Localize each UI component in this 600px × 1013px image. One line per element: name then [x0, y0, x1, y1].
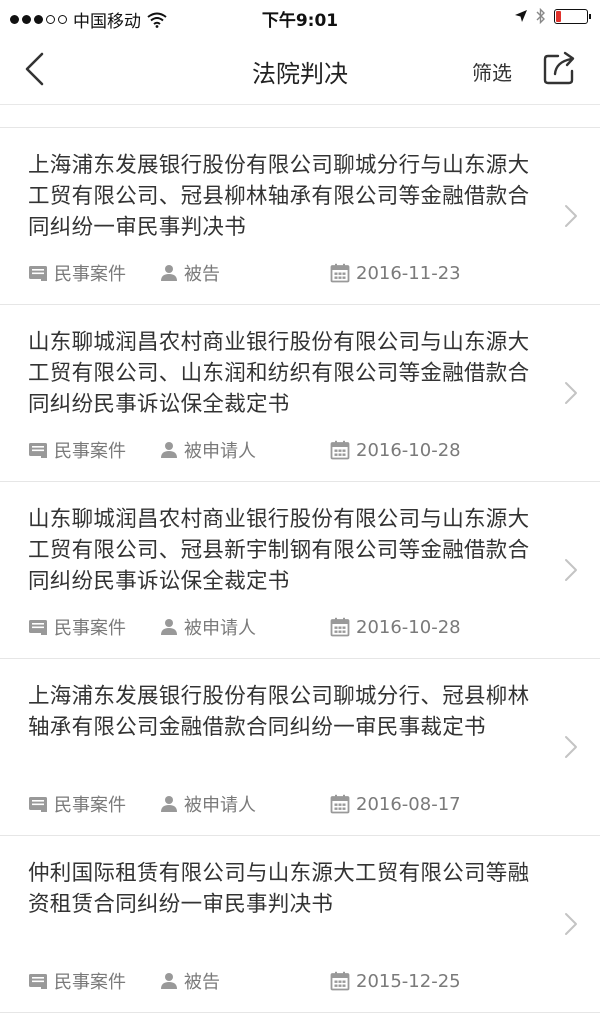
party-role: 被告 [160, 968, 330, 994]
judgment-date-label: 2016-10-28 [356, 616, 461, 638]
calendar-icon [330, 794, 350, 814]
judgment-date-label: 2016-10-28 [356, 439, 461, 461]
person-icon [161, 619, 177, 635]
case-folder-icon [29, 797, 47, 812]
battery-icon [554, 8, 591, 24]
judgment-list-item[interactable]: 山东聊城润昌农村商业银行股份有限公司与山东源大工贸有限公司、山东润和纺织有限公司… [0, 305, 600, 482]
judgment-title: 山东聊城润昌农村商业银行股份有限公司与山东源大工贸有限公司、山东润和纺织有限公司… [28, 330, 530, 417]
judgment-title: 山东聊城润昌农村商业银行股份有限公司与山东源大工贸有限公司、冠县新宇制钢有限公司… [28, 507, 530, 594]
case-type-label: 民事案件 [54, 795, 126, 816]
location-arrow-icon [515, 10, 527, 22]
case-type: 民事案件 [28, 791, 160, 817]
judgment-date-label: 2016-11-23 [356, 262, 461, 284]
person-icon [161, 796, 177, 812]
case-folder-icon [29, 266, 47, 281]
person-icon [161, 973, 177, 989]
judgment-meta: 民事案件 被申请人 [28, 791, 461, 817]
status-time: 下午9:01 [261, 11, 339, 31]
judgment-meta: 民事案件 被告 [28, 968, 461, 994]
calendar-icon [330, 617, 350, 637]
judgment-list-item[interactable]: 上海浦东发展银行股份有限公司聊城分行与山东源大工贸有限公司、冠县柳林轴承有限公司… [0, 128, 600, 305]
case-type-label: 民事案件 [54, 441, 126, 462]
case-type: 民事案件 [28, 260, 160, 286]
judgment-date: 2016-10-28 [330, 440, 461, 461]
case-folder-icon [29, 443, 47, 458]
party-role-label: 被告 [184, 972, 220, 993]
status-bar: 中国移动 下午9:01 [0, 0, 600, 34]
case-type: 民事案件 [28, 614, 160, 640]
judgment-title: 上海浦东发展银行股份有限公司聊城分行、冠县柳林轴承有限公司金融借款合同纠纷一审民… [28, 684, 530, 740]
case-type-label: 民事案件 [54, 618, 126, 639]
party-role-label: 被申请人 [184, 795, 256, 816]
battery-level [556, 10, 561, 22]
status-right [514, 8, 591, 24]
case-type: 民事案件 [28, 437, 160, 463]
chevron-right-icon [565, 736, 577, 758]
bluetooth-icon [536, 8, 545, 24]
judgment-date: 2015-12-25 [330, 971, 461, 992]
party-role-label: 被申请人 [184, 618, 256, 639]
party-role-label: 被申请人 [184, 441, 256, 462]
calendar-icon [330, 440, 350, 460]
case-type-label: 民事案件 [54, 972, 126, 993]
judgment-date: 2016-11-23 [330, 263, 461, 284]
case-folder-icon [29, 620, 47, 635]
calendar-icon [330, 971, 350, 991]
party-role: 被申请人 [160, 437, 330, 463]
navigation-bar: 法院判决 筛选 [0, 34, 600, 105]
judgment-date-label: 2015-12-25 [356, 970, 461, 992]
judgment-date-label: 2016-08-17 [356, 793, 461, 815]
judgment-meta: 民事案件 被告 [28, 260, 461, 286]
chevron-right-icon [565, 382, 577, 404]
party-role-label: 被告 [184, 264, 220, 285]
filter-button[interactable]: 筛选 [472, 57, 512, 86]
share-icon[interactable] [542, 50, 578, 86]
judgment-title: 仲利国际租赁有限公司与山东源大工贸有限公司等融资租赁合同纠纷一审民事判决书 [28, 861, 530, 917]
judgment-list-item[interactable]: 仲利国际租赁有限公司与山东源大工贸有限公司等融资租赁合同纠纷一审民事判决书 民事… [0, 836, 600, 1013]
judgment-date: 2016-10-28 [330, 617, 461, 638]
judgment-list: 上海浦东发展银行股份有限公司聊城分行与山东源大工贸有限公司、冠县柳林轴承有限公司… [0, 128, 600, 1013]
judgment-list-item[interactable]: 山东聊城润昌农村商业银行股份有限公司与山东源大工贸有限公司、冠县新宇制钢有限公司… [0, 482, 600, 659]
person-icon [161, 265, 177, 281]
judgment-meta: 民事案件 被申请人 [28, 437, 461, 463]
case-type-label: 民事案件 [54, 264, 126, 285]
case-type: 民事案件 [28, 968, 160, 994]
party-role: 被告 [160, 260, 330, 286]
party-role: 被申请人 [160, 614, 330, 640]
case-folder-icon [29, 974, 47, 989]
judgment-date: 2016-08-17 [330, 794, 461, 815]
judgment-meta: 民事案件 被申请人 [28, 614, 461, 640]
chevron-right-icon [565, 205, 577, 227]
chevron-right-icon [565, 913, 577, 935]
judgment-title: 上海浦东发展银行股份有限公司聊城分行与山东源大工贸有限公司、冠县柳林轴承有限公司… [28, 153, 530, 240]
judgment-list-item[interactable]: 上海浦东发展银行股份有限公司聊城分行、冠县柳林轴承有限公司金融借款合同纠纷一审民… [0, 659, 600, 836]
person-icon [161, 442, 177, 458]
calendar-icon [330, 263, 350, 283]
list-top-spacer [0, 105, 600, 128]
party-role: 被申请人 [160, 791, 330, 817]
chevron-right-icon [565, 559, 577, 581]
